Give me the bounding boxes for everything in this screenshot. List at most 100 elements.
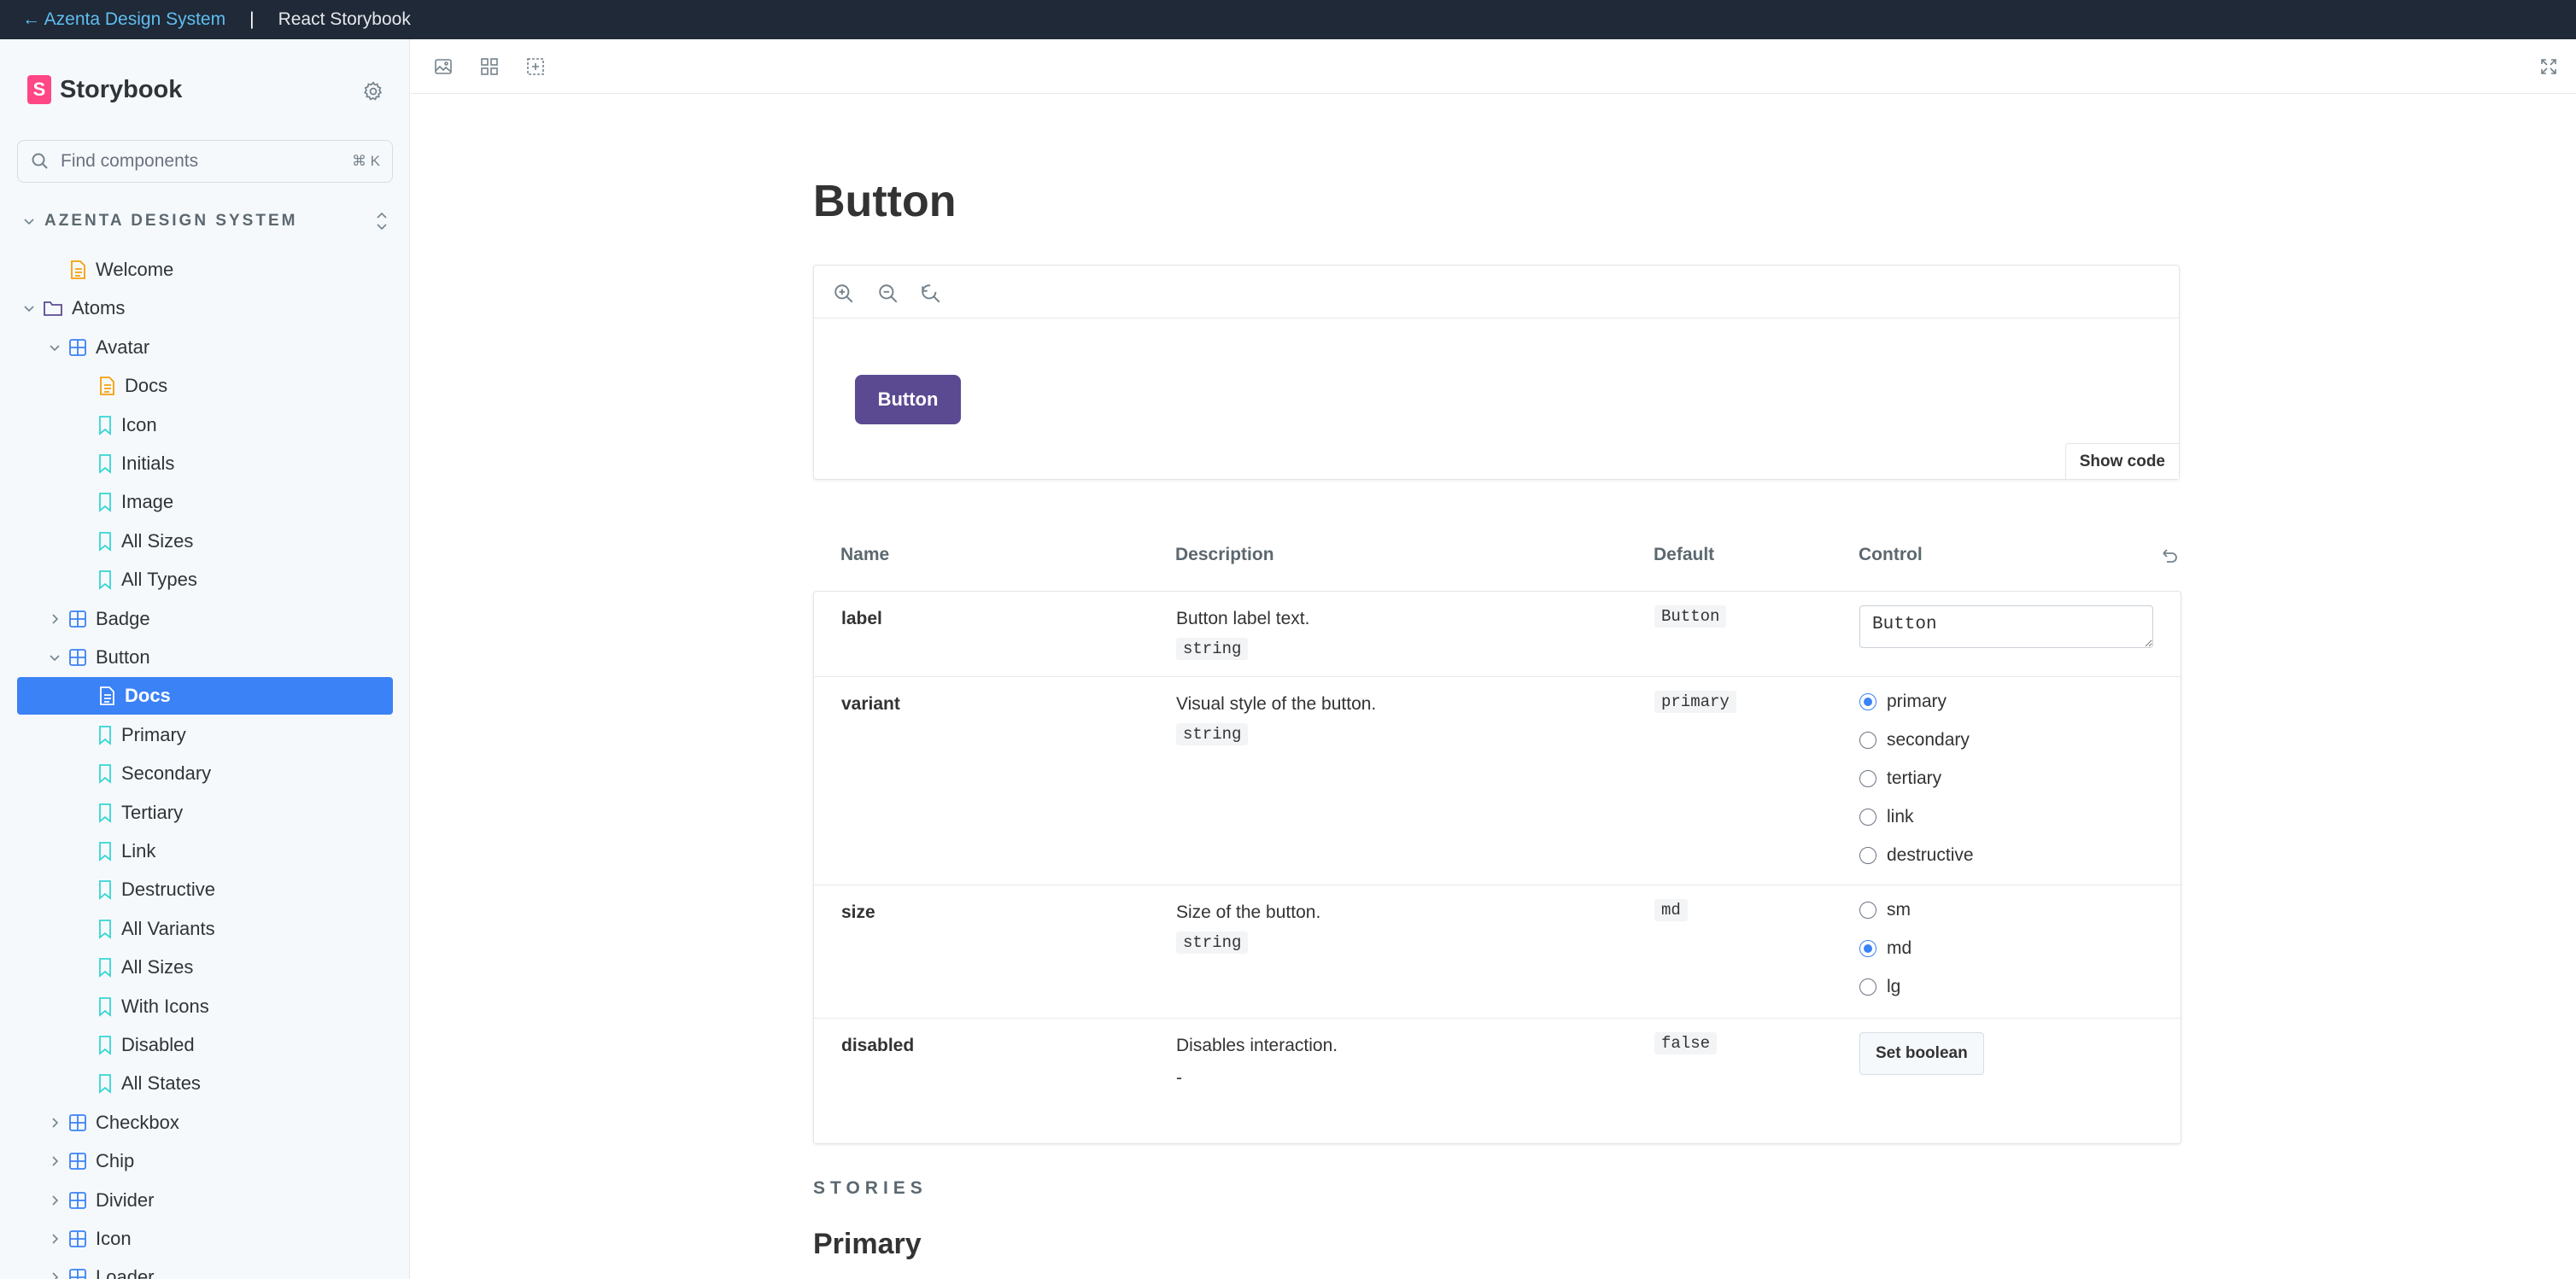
- component-icon: [68, 1191, 87, 1210]
- radio-button[interactable]: [1859, 808, 1876, 826]
- storybook-logo: S: [27, 75, 51, 104]
- sidebar: S Storybook ⌘ K AZENTA DESIGN SYSTEM Wel…: [0, 39, 410, 1279]
- sidebar-item[interactable]: Divider: [17, 1182, 393, 1219]
- arg-type: string: [1176, 932, 1249, 954]
- sidebar-item[interactable]: Atoms: [17, 289, 393, 327]
- search-box[interactable]: ⌘ K: [17, 140, 393, 183]
- sidebar-item[interactable]: Welcome: [17, 251, 393, 289]
- show-code-button[interactable]: Show code: [2064, 443, 2179, 479]
- sidebar-item[interactable]: Loader: [17, 1259, 393, 1279]
- section-header[interactable]: AZENTA DESIGN SYSTEM: [22, 212, 389, 231]
- sidebar-item[interactable]: With Icons: [17, 988, 393, 1025]
- sidebar-item[interactable]: Link: [17, 832, 393, 870]
- sidebar-item[interactable]: Avatar: [17, 329, 393, 366]
- variant-radio-secondary[interactable]: secondary: [1859, 721, 1974, 759]
- page-title: Button: [813, 177, 957, 226]
- sidebar-item[interactable]: All Types: [17, 561, 393, 599]
- chevron-right-icon[interactable]: [48, 1116, 61, 1130]
- chevron-right-icon[interactable]: [48, 1232, 61, 1246]
- radio-button[interactable]: [1859, 901, 1876, 919]
- brand-name: Storybook: [60, 75, 183, 103]
- sidebar-item[interactable]: All States: [17, 1065, 393, 1102]
- sidebar-item[interactable]: Secondary: [17, 755, 393, 792]
- sidebar-item[interactable]: All Sizes: [17, 523, 393, 560]
- sidebar-item[interactable]: Image: [17, 483, 393, 521]
- chevron-right-icon[interactable]: [48, 1194, 61, 1207]
- search-input[interactable]: [61, 151, 342, 172]
- chevron-right-icon[interactable]: [48, 612, 61, 626]
- story-icon: [97, 1073, 113, 1094]
- sidebar-item[interactable]: Disabled: [17, 1026, 393, 1064]
- doc-icon: [68, 260, 87, 280]
- gear-icon[interactable]: [362, 80, 384, 102]
- radio-button[interactable]: [1859, 939, 1876, 957]
- sidebar-item-label: All Variants: [121, 918, 215, 939]
- sidebar-item[interactable]: Icon: [17, 1220, 393, 1258]
- component-icon: [68, 610, 87, 628]
- size-radio-lg[interactable]: lg: [1859, 967, 1912, 1006]
- radio-button[interactable]: [1859, 978, 1876, 996]
- sidebar-item[interactable]: Initials: [17, 445, 393, 482]
- sidebar-item-label: Primary: [121, 724, 186, 745]
- header-name: Name: [840, 545, 890, 564]
- grid-icon[interactable]: [479, 56, 500, 77]
- image-icon[interactable]: [433, 56, 454, 77]
- variant-radio-link[interactable]: link: [1859, 797, 1974, 836]
- radio-button[interactable]: [1859, 731, 1876, 749]
- radio-label: sm: [1887, 899, 1911, 920]
- variant-radio-primary[interactable]: primary: [1859, 682, 1974, 721]
- expand-collapse-icon[interactable]: [374, 208, 389, 234]
- header-control: Control: [1859, 545, 1923, 564]
- sidebar-item[interactable]: Badge: [17, 600, 393, 638]
- fullscreen-icon[interactable]: [2538, 56, 2559, 77]
- reset-icon[interactable]: [2159, 545, 2180, 565]
- chevron-down-icon[interactable]: [48, 341, 61, 354]
- sidebar-item[interactable]: Primary: [17, 716, 393, 754]
- component-icon: [68, 1113, 87, 1132]
- story-icon: [97, 415, 113, 435]
- zoom-in-icon[interactable]: [833, 283, 855, 305]
- variant-radio-destructive[interactable]: destructive: [1859, 836, 1974, 874]
- sidebar-item-label: Disabled: [121, 1034, 195, 1055]
- set-boolean-button[interactable]: Set boolean: [1859, 1032, 1984, 1075]
- label-text-input[interactable]: [1859, 605, 2153, 648]
- story-title: Primary: [813, 1228, 922, 1260]
- sidebar-item-label: Docs: [125, 685, 171, 706]
- sidebar-item[interactable]: Docs: [17, 677, 393, 715]
- radio-button[interactable]: [1859, 692, 1876, 710]
- radio-button[interactable]: [1859, 769, 1876, 787]
- arg-description: Button label text.: [1176, 609, 1310, 628]
- sidebar-item[interactable]: Tertiary: [17, 794, 393, 832]
- sidebar-item[interactable]: Button: [17, 639, 393, 676]
- sidebar-item[interactable]: Chip: [17, 1142, 393, 1180]
- sidebar-item-label: Icon: [96, 1228, 132, 1249]
- sidebar-item[interactable]: All Variants: [17, 910, 393, 948]
- variant-radio-tertiary[interactable]: tertiary: [1859, 759, 1974, 797]
- reset-zoom-icon[interactable]: [920, 283, 942, 305]
- chevron-down-icon[interactable]: [22, 301, 36, 315]
- sidebar-item[interactable]: Docs: [17, 367, 393, 405]
- sidebar-item-label: All States: [121, 1072, 201, 1094]
- back-link[interactable]: ← Azenta Design System: [22, 9, 225, 30]
- size-radio-sm[interactable]: sm: [1859, 891, 1912, 929]
- sidebar-item[interactable]: Icon: [17, 406, 393, 444]
- sidebar-item[interactable]: All Sizes: [17, 949, 393, 986]
- size-radio-md[interactable]: md: [1859, 929, 1912, 967]
- outline-icon[interactable]: [525, 56, 546, 77]
- sidebar-item[interactable]: Checkbox: [17, 1104, 393, 1142]
- arg-name: size: [841, 902, 875, 922]
- brand[interactable]: S Storybook: [27, 75, 182, 104]
- chevron-right-icon[interactable]: [48, 1270, 61, 1279]
- table-row: variant Visual style of the button. stri…: [814, 677, 2181, 885]
- radio-button[interactable]: [1859, 846, 1876, 864]
- demo-button[interactable]: Button: [855, 375, 961, 424]
- doc-icon: [97, 686, 116, 706]
- story-icon: [97, 919, 113, 939]
- component-icon: [68, 648, 87, 667]
- chevron-right-icon[interactable]: [48, 1154, 61, 1168]
- arg-type: string: [1176, 723, 1249, 745]
- zoom-out-icon[interactable]: [877, 283, 899, 305]
- table-row: size Size of the button. string md sm md l…: [814, 885, 2181, 1019]
- sidebar-item[interactable]: Destructive: [17, 871, 393, 908]
- chevron-down-icon[interactable]: [48, 651, 61, 664]
